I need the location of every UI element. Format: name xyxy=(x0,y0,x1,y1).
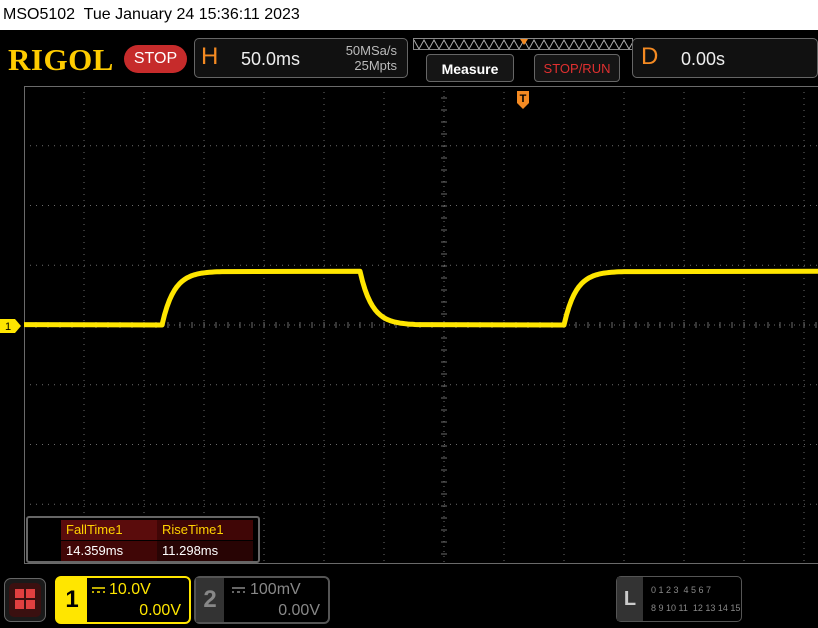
digital-channels-row1: 0 1 2 3 4 5 6 7 xyxy=(651,585,712,595)
channel1-scale: 10.0V xyxy=(109,581,151,598)
digital-channels-row2: 8 9 10 11 12 13 14 15 xyxy=(651,603,741,613)
stop-run-button[interactable]: STOP/RUN xyxy=(534,54,620,82)
rise-time-header: RiseTime1 xyxy=(157,520,253,540)
channel2-scale: 100mV xyxy=(250,581,301,598)
home-menu-button[interactable] xyxy=(4,578,46,622)
fall-time-value: 14.359ms xyxy=(61,541,157,561)
memory-position-strip[interactable] xyxy=(413,38,633,50)
memory-depth: 25Mpts xyxy=(354,58,397,73)
trigger-position-marker-icon[interactable]: T xyxy=(516,90,530,110)
sample-rate: 50MSa/s xyxy=(345,43,397,58)
run-state-badge[interactable]: STOP xyxy=(124,45,187,73)
horizontal-panel[interactable]: H 50.0ms 50MSa/s 25Mpts xyxy=(194,38,408,78)
logic-analyzer-panel[interactable]: L 0 1 2 3 4 5 6 7 8 9 10 11 12 13 14 15 xyxy=(616,576,742,622)
dc-coupling-icon xyxy=(92,587,105,593)
measurement-results-panel[interactable]: FallTime1 RiseTime1 14.359ms 11.298ms xyxy=(26,516,260,563)
channel1-ground-marker-icon[interactable]: 1 xyxy=(0,318,22,334)
title-bar: MSO5102 Tue January 24 15:36:11 2023 xyxy=(0,0,818,30)
delay-letter: D xyxy=(641,43,659,70)
channel1-offset: 0.00V xyxy=(139,602,181,619)
memory-strip-pattern xyxy=(414,39,632,49)
brand-logo: RIGOL xyxy=(8,42,114,77)
channel1-waveform xyxy=(24,268,818,328)
model-name: MSO5102 xyxy=(3,6,76,23)
waveform-display[interactable] xyxy=(24,86,818,564)
date-time: Tue January 24 15:36:11 2023 xyxy=(83,6,300,23)
fall-time-header: FallTime1 xyxy=(61,520,157,540)
rise-time-value: 11.298ms xyxy=(157,541,253,561)
channel2-number: 2 xyxy=(196,578,224,622)
channel1-number: 1 xyxy=(57,578,87,622)
delay-value: 0.00s xyxy=(681,49,726,69)
svg-text:T: T xyxy=(520,93,527,105)
horizontal-timebase: 50.0ms xyxy=(241,49,301,69)
top-bar: RIGOL STOP H 50.0ms 50MSa/s 25Mpts Measu… xyxy=(0,30,818,86)
channel1-panel[interactable]: 1 10.0V 0.00V xyxy=(55,576,191,624)
measure-button[interactable]: Measure xyxy=(426,54,514,82)
channel2-offset: 0.00V xyxy=(278,602,320,619)
bottom-bar: 1 10.0V 0.00V 2 100mV 0.00V L 0 1 2 3 4 … xyxy=(0,570,818,628)
logic-analyzer-letter: L xyxy=(617,577,643,621)
horizontal-letter: H xyxy=(201,43,219,70)
home-menu-icon xyxy=(9,583,41,617)
channel2-panel[interactable]: 2 100mV 0.00V xyxy=(194,576,330,624)
svg-text:1: 1 xyxy=(5,321,11,333)
dc-coupling-icon xyxy=(232,587,245,593)
delay-panel[interactable]: D 0.00s xyxy=(632,38,818,78)
